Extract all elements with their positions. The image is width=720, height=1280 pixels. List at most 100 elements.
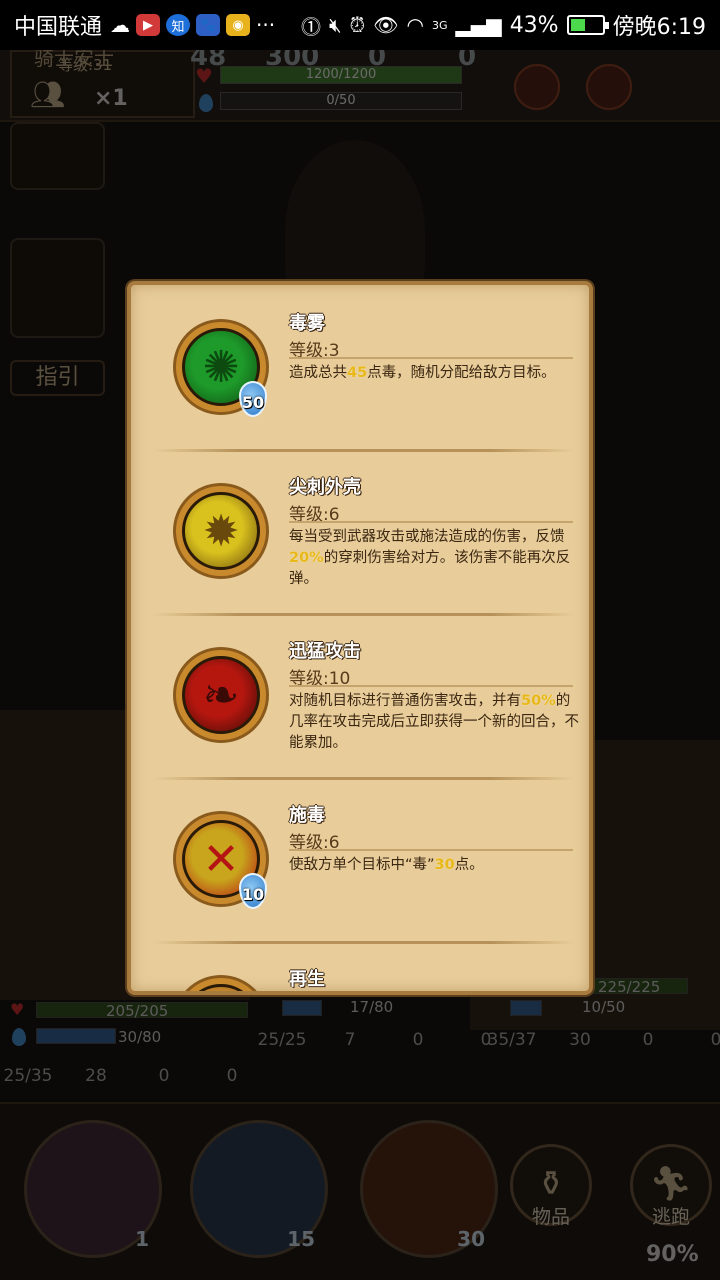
ice-skill-cost: 15 [287,1227,315,1251]
bag-icon: ⚱︎ [536,1164,566,1204]
unit-blood: 0 [226,1066,238,1086]
side-slot-2[interactable] [10,238,105,338]
skill-highlight-value: 50% [521,693,556,709]
unit-stats: 35/37 30 0 0 [484,1030,720,1050]
fire-skill-slot[interactable]: 30 [360,1120,498,1258]
unit-skull: 0 [412,1030,424,1050]
skill-row[interactable]: ✹ 尖刺外壳 等级:6 每当受到武器攻击或施法造成的伤害，反馈20%的穿刺伤害给对方。… [131,453,589,617]
party-count: ×1 [94,86,128,111]
skill-description-text: 使敌方单个目标中“毒” [289,857,435,873]
mute-icon: 🔇︎ [328,13,342,37]
skill-divider [153,941,575,944]
skill-row[interactable]: ✚ 再生 [131,945,589,991]
skill-description: 使敌方单个目标中“毒”30点。 [289,855,579,876]
skill-icon: ❧ [169,641,273,751]
unit-armor: 25/25 [257,1030,307,1050]
weapon-skill-count: 1 [135,1227,149,1251]
skill-icon: ✚ [169,969,273,991]
unit-hp-icon: ♥ [10,1000,25,1019]
flee-chance: 90% [646,1242,699,1267]
unit-shield: 30 [569,1030,591,1050]
skill-icon: ✹ [169,477,273,587]
unit-shield: 28 [85,1066,107,1086]
unit-mp-bar [510,1000,542,1016]
player-hp-bar: 1200/1200 [220,66,462,84]
ice-skill-slot[interactable]: 15 [190,1120,328,1258]
enemy-effect-badge-1[interactable] [514,64,560,110]
skill-divider [153,777,575,780]
skill-description: 对随机目标进行普通伤害攻击，并有50%的几率在攻击完成后立即获得一个新的回合，不… [289,691,579,754]
signal-icon: ▂▄▆ [455,13,502,37]
skill-highlight-value: 30 [434,857,455,873]
flee-label: 逃跑 [651,1206,690,1228]
skill-row[interactable]: ✺ 50 毒雾 等级:3 造成总共45点毒，随机分配给敌方目标。 [131,289,589,453]
battery-percent: 43% [509,12,559,38]
unit-hp-text: 225/225 [598,978,661,996]
level-underline [289,849,573,851]
skill-row[interactable]: ✕ 10 施毒 等级:6 使敌方单个目标中“毒”30点。 [131,781,589,945]
skill-icon-art: ❧ [182,656,260,734]
unit-skull: 0 [158,1066,170,1086]
skill-divider [153,449,575,452]
unit-mp-bar [36,1028,116,1044]
enemy-effect-badge-2[interactable] [586,64,632,110]
level-underline [289,521,573,523]
battery-fill [570,19,586,31]
items-button[interactable]: ⚱︎ 物品 [510,1144,592,1228]
status-bar: 中国联通 ☁ ▶ 知 🐾 ◉ ··· ⓵ 🔇︎ ⏰︎ 👁︎ ◠ 3G ▂▄▆ 4… [0,0,720,50]
fire-skill-cost: 30 [457,1227,485,1251]
battery-icon [566,15,609,35]
mana-drop-icon [199,94,213,112]
eye-comfort-icon: 👁︎ [373,13,399,37]
flee-button[interactable]: 🏃︎ 逃跑 [630,1144,712,1228]
run-icon: 🏃︎ [649,1164,693,1204]
data-saver-icon: ⓵ [300,14,321,39]
player-mp-text: 0/50 [326,93,356,108]
unit-armor: 35/37 [487,1030,537,1050]
skill-description-text: 点毒，随机分配给敌方目标。 [367,365,556,381]
unit-mp-icon [12,1028,26,1046]
weibo-app-icon: ◉ [226,14,251,36]
weather-icon: ☁ [110,13,131,37]
skill-name: 再生 [289,969,325,990]
skill-description-text: 造成总共 [289,365,347,381]
skill-name: 施毒 [289,805,325,826]
skill-list-popup[interactable]: ✺ 50 毒雾 等级:3 造成总共45点毒，随机分配给敌方目标。 ✹ 尖刺外壳 等级:6 每当受… [127,281,593,995]
video-app-icon: ▶ [136,14,161,36]
skill-name: 毒雾 [289,313,325,334]
heart-icon: ♥ [195,64,213,88]
hero-info-box[interactable]: 骑士安士 等级:31 👥︎ ×1 [10,46,195,118]
unit-panel-left: ♥ 205/205 30/80 25/35 28 0 0 [4,1000,252,1108]
alarm-icon: ⏰︎ [349,13,366,37]
unit-mp-bar [282,1000,322,1016]
unit-shield: 7 [344,1030,356,1050]
skill-description-text: 每当受到武器攻击或施法造成的伤害，反馈 [289,529,565,545]
mana-cost-value: 10 [241,885,265,904]
weapon-skill-slot[interactable]: 1 [24,1120,162,1258]
level-underline [289,685,573,687]
player-mp-bar: 0/50 [220,92,462,110]
skill-highlight-value: 45 [347,365,368,381]
skill-icon: ✕ 10 [169,805,273,915]
skill-icon: ✺ 50 [169,313,273,423]
side-slot-1[interactable] [10,122,105,190]
skill-description-text: 对随机目标进行普通伤害攻击，并有 [289,693,521,709]
guide-button[interactable]: 指引 [10,360,105,396]
unit-panel-middle: 17/80 25/25 7 0 0 [258,998,492,1106]
unit-armor: 25/35 [3,1066,53,1086]
skill-row[interactable]: ❧ 迅猛攻击 等级:10 对随机目标进行普通伤害攻击，并有50%的几率在攻击完成后立即… [131,617,589,781]
skill-icon-art: ✹ [182,492,260,570]
skill-description-text: 的穿刺伤害给对方。该伤害不能再次反弹。 [289,550,571,587]
top-hud: 骑士安士 等级:31 👥︎ ×1 48 300 0 0 ♥ 1200/1200 … [0,42,720,122]
wifi-icon: ◠ [406,13,424,37]
skill-description: 造成总共45点毒，随机分配给敌方目标。 [289,363,579,384]
skill-name: 尖刺外壳 [289,477,361,498]
unit-mp-text: 17/80 [350,998,394,1016]
zhihu-app-icon: 知 [166,14,191,36]
clock: 傍晚6:19 [612,15,706,40]
more-notifications-icon: ··· [256,13,276,37]
unit-skull: 0 [642,1030,654,1050]
unit-stats: 25/25 7 0 0 [254,1030,514,1050]
carrier-name: 中国联通 [14,15,103,40]
unit-hp-text: 205/205 [106,1002,169,1020]
